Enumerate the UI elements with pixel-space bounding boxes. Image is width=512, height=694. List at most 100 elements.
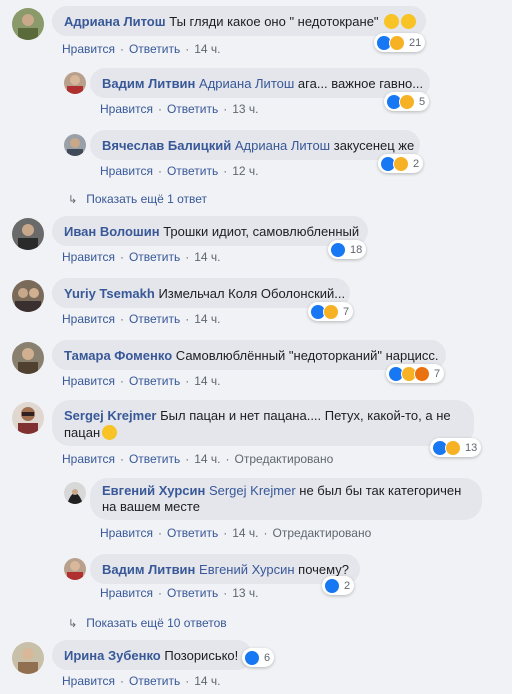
reply-button[interactable]: Ответить [129,674,180,688]
show-more-replies-link[interactable]: ↳ Показать ещё 10 ответов [68,616,227,630]
reactions-badge[interactable]: 7 [308,302,354,321]
comment-text: Позорисько! [164,648,239,663]
reply-comment: Вячеслав Балицкий Адриана Литош закусене… [64,130,504,180]
comment-time[interactable]: 14 ч. [194,674,220,688]
comment-mention[interactable]: Sergej Krejmer [209,483,296,498]
reply-button[interactable]: Ответить [129,42,180,56]
avatar[interactable] [64,134,86,156]
comment-time[interactable]: 13 ч. [232,586,258,600]
like-button[interactable]: Нравится [62,452,115,466]
comment: Yuriy Tsemakh Измельчал Коля Оболонский.… [12,278,502,330]
show-more-replies-link[interactable]: ↳ Показать ещё 1 ответ [68,192,207,206]
reactions-badge[interactable]: 2 [322,576,355,595]
like-button[interactable]: Нравится [100,164,153,178]
reply-button[interactable]: Ответить [129,250,180,264]
reactions-badge[interactable]: 6 [242,648,275,667]
comment-mention[interactable]: Евгений Хурсин [199,562,295,577]
reply-button[interactable]: Ответить [167,164,218,178]
comment-time[interactable]: 14 ч. [194,42,220,56]
reactions-badge[interactable]: 21 [374,33,426,52]
comment-text: Измельчал Коля Оболонский... [158,286,346,301]
reactions-badge[interactable]: 13 [430,438,482,457]
edited-label[interactable]: Отредактировано [273,526,372,540]
comment-bubble: Адриана Литош Ты гляди какое оно " недот… [52,6,426,36]
comment-bubble: Ирина Зубенко Позорисько! [52,640,252,670]
comment-time[interactable]: 14 ч. [194,250,220,264]
comment-mention[interactable]: Адриана Литош [199,76,294,91]
comment-author[interactable]: Тамара Фоменко [64,348,172,363]
like-button[interactable]: Нравится [62,374,115,388]
comment-author[interactable]: Иван Волошин [64,224,160,239]
reply-arrow-icon: ↳ [68,194,78,206]
reaction-count: 2 [344,579,351,592]
show-more-replies-label: Показать ещё 1 ответ [86,192,208,206]
avatar[interactable] [12,280,44,312]
avatar[interactable] [64,482,86,504]
comment-actions: Нравится · Ответить · 14 ч. · Отредактировано [62,452,334,466]
comment-actions: Нравится · Ответить · 14 ч. [62,42,221,56]
like-button[interactable]: Нравится [62,42,115,56]
like-button[interactable]: Нравится [62,250,115,264]
reactions-badge[interactable]: 5 [384,92,430,111]
comment-time[interactable]: 14 ч. [194,374,220,388]
avatar[interactable] [12,8,44,40]
haha-reaction-icon [445,439,461,456]
reply-button[interactable]: Ответить [167,586,218,600]
comment-bubble: Вячеслав Балицкий Адриана Литош закусене… [90,130,420,160]
comment-time[interactable]: 14 ч. [194,312,220,326]
comment: Ирина Зубенко Позорисько! 6 Нравится · Отв… [12,640,502,692]
comment-time[interactable]: 14 ч. [194,452,220,466]
avatar[interactable] [64,72,86,94]
comment-author[interactable]: Вадим Литвин [102,562,195,577]
like-reaction-icon [244,649,260,666]
reply-comment: Вадим Литвин Адриана Литош ага... важное… [64,68,504,118]
haha-reaction-icon [323,303,339,320]
shocked-emoji-icon [384,14,400,29]
like-button[interactable]: Нравится [100,586,153,600]
like-button[interactable]: Нравится [62,312,115,326]
smile-emoji-icon [401,14,417,29]
comment-author[interactable]: Вячеслав Балицкий [102,138,231,153]
reactions-badge[interactable]: 7 [386,364,445,383]
comment-mention[interactable]: Адриана Литош [235,138,330,153]
avatar[interactable] [12,642,44,674]
comment-time[interactable]: 14 ч. [232,526,258,540]
comment-time[interactable]: 13 ч. [232,102,258,116]
avatar[interactable] [64,558,86,580]
comment-author[interactable]: Евгений Хурсин [102,483,205,498]
reaction-count: 2 [413,157,420,170]
like-button[interactable]: Нравится [100,102,153,116]
reply-button[interactable]: Ответить [129,452,180,466]
reply-button[interactable]: Ответить [167,102,218,116]
comment-text: Ты гляди какое оно " недотокране" [169,14,379,29]
comment-author[interactable]: Sergej Krejmer [64,408,157,423]
like-button[interactable]: Нравится [100,526,153,540]
comment-author[interactable]: Yuriy Tsemakh [64,286,155,301]
avatar[interactable] [12,342,44,374]
reaction-count: 21 [409,36,422,49]
comment-actions: Нравится · Ответить · 14 ч. · Отредактировано [100,526,372,540]
comment-author[interactable]: Ирина Зубенко [64,648,161,663]
like-button[interactable]: Нравится [62,674,115,688]
reply-comment: Евгений Хурсин Sergej Krejmer не был бы … [64,478,504,542]
laughing-emoji-icon [102,425,118,440]
comment-bubble: Тамара Фоменко Самовлюблённый "недоторка… [52,340,446,370]
reactions-badge[interactable]: 18 [328,240,367,259]
comment-author[interactable]: Вадим Литвин [102,76,195,91]
reply-button[interactable]: Ответить [129,374,180,388]
avatar[interactable] [12,218,44,250]
haha-reaction-icon [399,93,415,110]
show-more-replies-label: Показать ещё 10 ответов [86,616,227,630]
comment-actions: Нравится · Ответить · 14 ч. [62,250,221,264]
reactions-badge[interactable]: 2 [378,154,424,173]
comment-time[interactable]: 12 ч. [232,164,258,178]
edited-label[interactable]: Отредактировано [235,452,334,466]
reaction-count: 13 [465,441,478,454]
reaction-count: 7 [434,367,441,380]
comment-text: Трошки идиот, самовлюбленный [163,224,360,239]
reply-button[interactable]: Ответить [129,312,180,326]
avatar[interactable] [12,402,44,434]
comment-author[interactable]: Адриана Литош [64,14,166,29]
reply-button[interactable]: Ответить [167,526,218,540]
haha-reaction-icon [393,155,409,172]
